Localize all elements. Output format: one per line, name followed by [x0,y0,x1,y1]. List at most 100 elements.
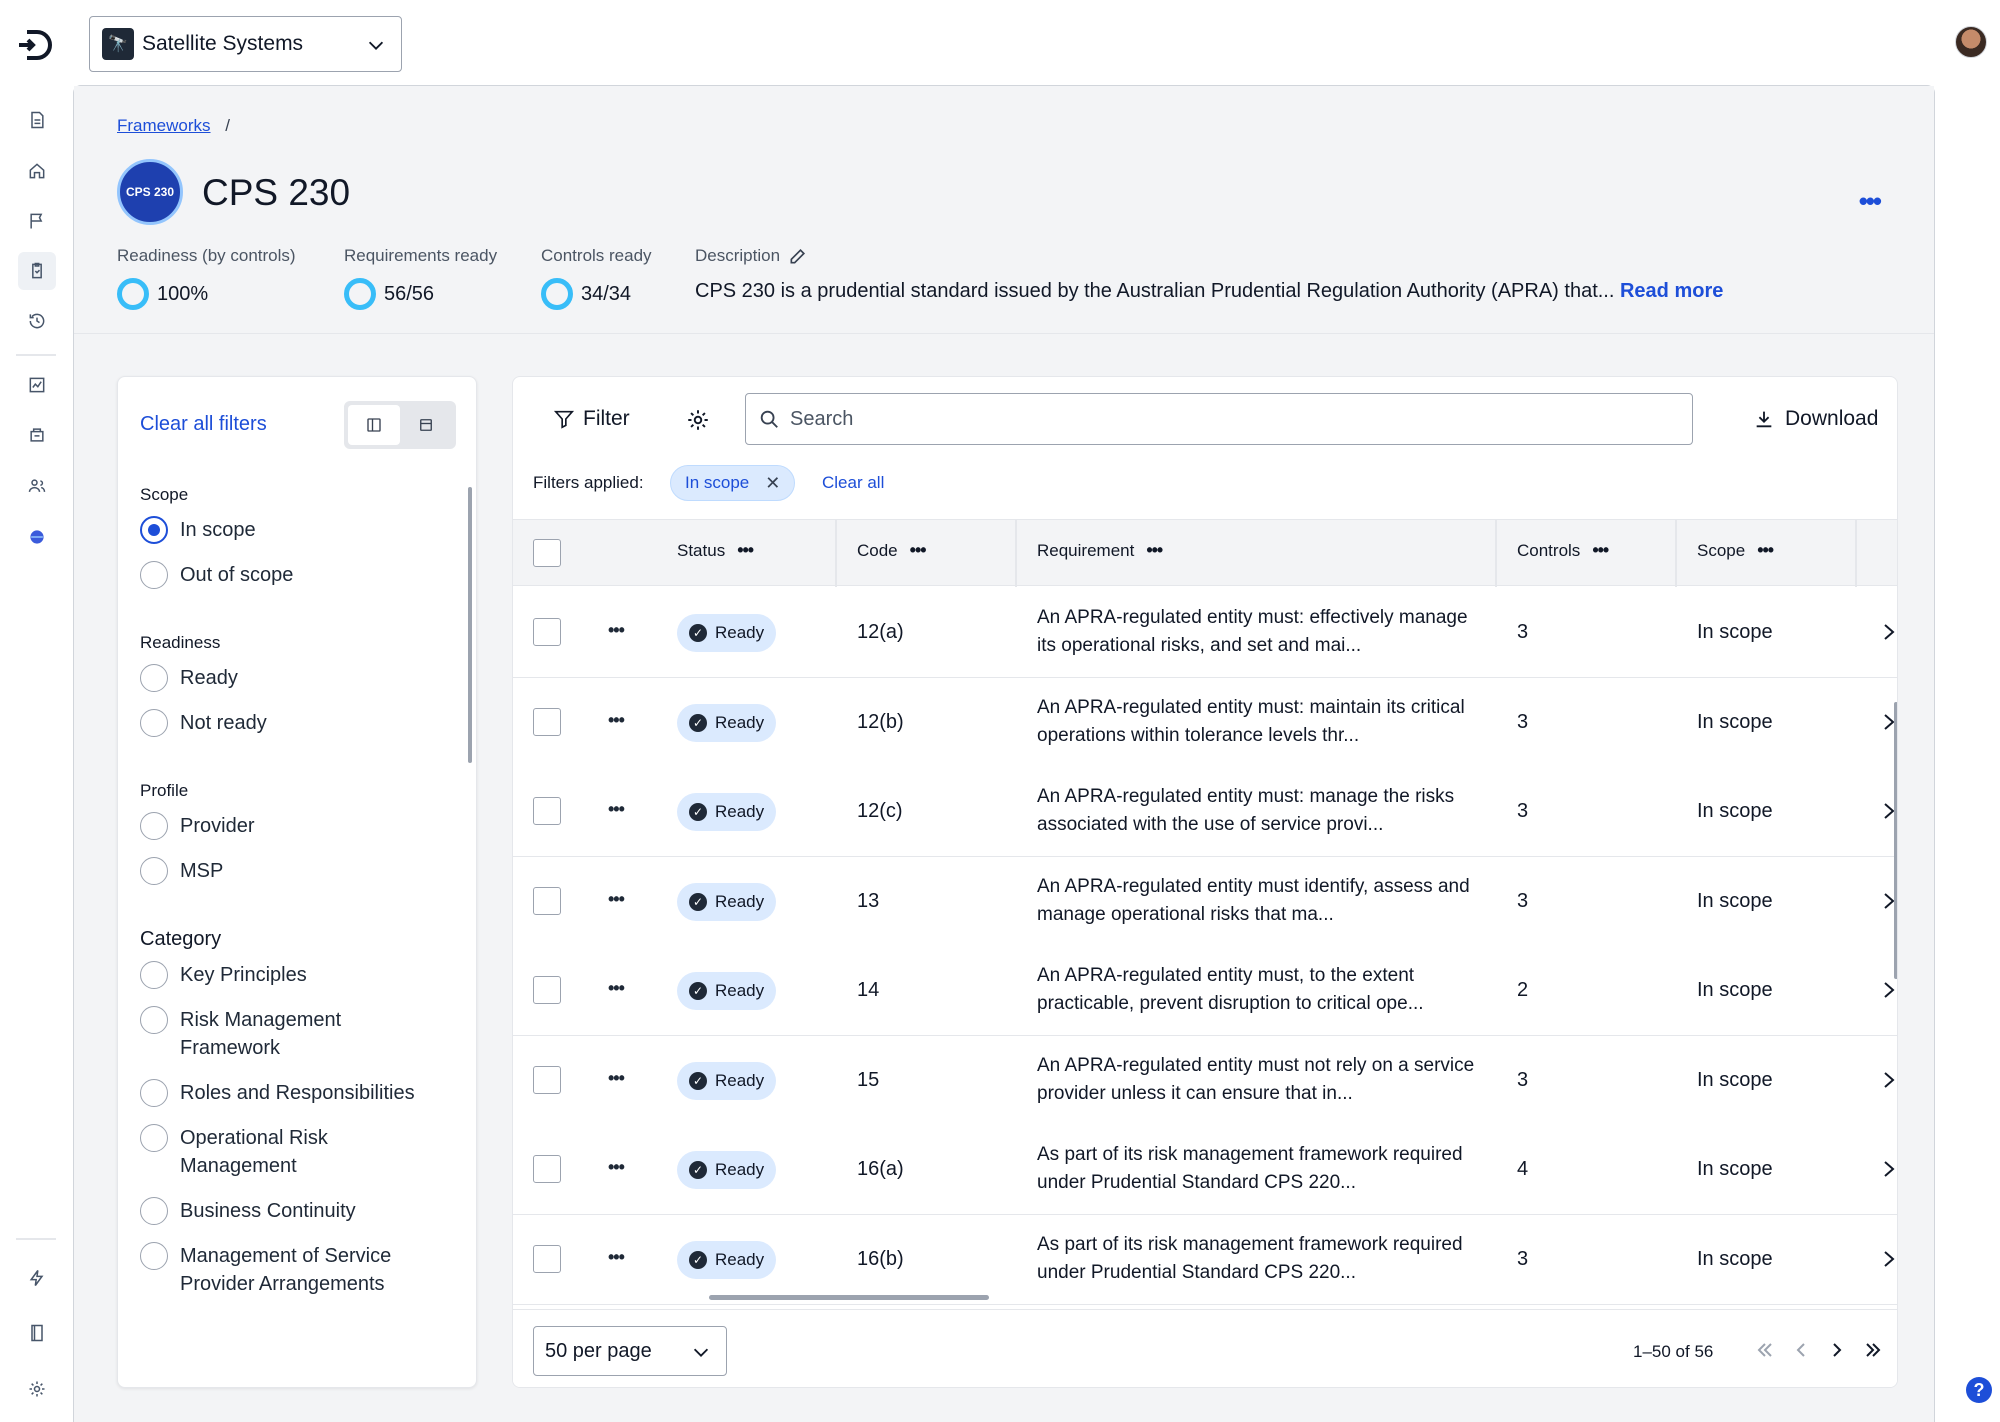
filter-scrollbar[interactable] [468,487,472,763]
vertical-scrollbar[interactable] [1894,702,1897,979]
radio-operational-risk-management[interactable]: Operational Risk Management [140,1124,380,1180]
table-row[interactable]: ••• ✓ Ready 12(c) An APRA-regulated entity m… [513,767,1897,857]
workspace-selector[interactable]: 🔭 Satellite Systems [89,16,402,72]
collapsed-view-icon[interactable] [400,405,452,445]
table-row[interactable]: ••• ✓ Ready 13 An APRA-regulated entity must… [513,856,1897,947]
settings-icon[interactable] [24,1376,50,1402]
requirements-stat: Requirements ready 56/56 [344,246,497,310]
breadcrumb-frameworks-link[interactable]: Frameworks [117,116,211,135]
clear-all-filters-button[interactable]: Clear all filters [140,413,267,436]
chevron-right-icon[interactable] [1881,978,1897,1002]
edit-pencil-icon[interactable] [788,246,808,266]
vendors-icon[interactable] [24,422,50,448]
download-button[interactable]: Download [1753,407,1878,431]
avatar[interactable] [1955,26,1987,58]
radio-msp[interactable]: MSP [140,857,440,885]
row-checkbox[interactable] [533,886,561,915]
row-actions-icon[interactable]: ••• [608,710,625,731]
table-row[interactable]: ••• ✓ Ready 14 An APRA-regulated entity must… [513,946,1897,1036]
search-field[interactable] [745,393,1693,445]
radio-provider[interactable]: Provider [140,812,440,840]
column-menu-icon[interactable]: ••• [910,540,927,561]
radio-out-of-scope[interactable]: Out of scope [140,561,440,589]
document-icon[interactable] [24,107,50,133]
row-actions-icon[interactable]: ••• [608,1157,625,1178]
check-circle-icon: ✓ [689,803,707,821]
help-icon[interactable]: ? [1966,1377,1992,1403]
horizontal-scrollbar[interactable] [709,1295,989,1300]
radio-roles-responsibilities[interactable]: Roles and Responsibilities [140,1079,440,1107]
column-menu-icon[interactable]: ••• [737,540,754,561]
table-row[interactable]: ••• ✓ Ready 12(b) An APRA-regulated entity m… [513,677,1897,768]
row-checkbox[interactable] [533,1065,561,1094]
radio-key-principles[interactable]: Key Principles [140,961,440,989]
row-checkbox[interactable] [533,1244,561,1273]
row-checkbox[interactable] [533,1155,561,1183]
column-menu-icon[interactable]: ••• [1146,540,1163,561]
row-actions-icon[interactable]: ••• [608,799,625,820]
lightning-icon[interactable] [24,1265,50,1291]
requirement-text: An APRA-regulated entity must: manage th… [1037,786,1455,835]
activity-icon[interactable] [24,372,50,398]
history-icon[interactable] [24,308,50,334]
row-actions-icon[interactable]: ••• [608,889,625,910]
chevron-right-icon[interactable] [1881,1157,1897,1181]
gear-icon[interactable] [685,407,711,433]
row-checkbox[interactable] [533,707,561,736]
column-menu-icon[interactable]: ••• [1592,540,1609,561]
status-badge: ✓ Ready [677,1151,777,1189]
table-row[interactable]: ••• ✓ Ready 15 An APRA-regulated entity must… [513,1035,1897,1126]
row-checkbox[interactable] [533,618,561,646]
frameworks-icon[interactable] [18,252,56,290]
flag-icon[interactable] [24,208,50,234]
next-page-icon[interactable] [1825,1338,1849,1362]
filter-button[interactable]: Filter [553,407,630,431]
chevron-right-icon[interactable] [1881,1068,1897,1092]
previous-page-icon[interactable] [1789,1338,1813,1362]
last-page-icon[interactable] [1861,1338,1885,1362]
row-actions-icon[interactable]: ••• [608,978,625,999]
first-page-icon[interactable] [1753,1338,1777,1362]
clear-all-button[interactable]: Clear all [822,473,884,493]
column-menu-icon[interactable]: ••• [1757,540,1774,561]
filter-chip-in-scope[interactable]: In scope ✕ [670,465,796,501]
row-checkbox[interactable] [533,976,561,1004]
table-row[interactable]: ••• ✓ Ready 16(a) As part of its risk manage… [513,1125,1897,1215]
row-actions-icon[interactable]: ••• [608,620,625,641]
table-row[interactable]: ••• ✓ Ready 16(b) As part of its risk manage… [513,1214,1897,1305]
integrations-icon[interactable] [24,524,50,550]
book-icon[interactable] [24,1320,50,1346]
chevron-right-icon[interactable] [1881,1247,1897,1271]
status-badge: ✓ Ready [677,972,777,1010]
radio-not-ready[interactable]: Not ready [140,709,440,737]
close-icon[interactable]: ✕ [765,473,780,494]
sidebar-view-icon[interactable] [348,405,400,445]
search-input[interactable] [790,407,1670,431]
pagination-info: 1–50 of 56 [1633,1342,1714,1361]
row-checkbox[interactable] [533,797,561,825]
chevron-right-icon[interactable] [1881,620,1897,644]
column-header-requirement[interactable]: Requirement ••• [1037,540,1163,561]
per-page-select[interactable]: 50 per page [533,1326,727,1376]
row-actions-icon[interactable]: ••• [608,1068,625,1089]
status-label: Ready [715,981,765,1000]
radio-ready[interactable]: Ready [140,664,440,692]
radio-service-provider-arrangements[interactable]: Management of Service Provider Arrangeme… [140,1242,420,1298]
row-actions-icon[interactable]: ••• [608,1247,625,1268]
table-row[interactable]: ••• ✓ Ready 12(a) An APRA-regulated entity m… [513,588,1897,678]
controls-count: 3 [1517,621,1529,643]
radio-in-scope[interactable]: In scope [140,516,440,544]
column-header-scope[interactable]: Scope ••• [1697,540,1774,561]
column-header-status[interactable]: Status ••• [677,540,754,561]
radio-risk-management-framework[interactable]: Risk Management Framework [140,1006,380,1062]
column-header-controls[interactable]: Controls ••• [1517,540,1609,561]
more-options-icon[interactable]: ••• [1859,186,1882,217]
select-all-checkbox[interactable] [533,539,561,567]
read-more-link[interactable]: Read more [1620,280,1723,303]
column-header-code[interactable]: Code ••• [857,540,927,561]
radio-icon [140,1197,168,1225]
people-icon[interactable] [24,473,50,499]
radio-business-continuity[interactable]: Business Continuity [140,1197,440,1225]
home-icon[interactable] [24,158,50,184]
app-logo-icon[interactable] [17,28,55,62]
